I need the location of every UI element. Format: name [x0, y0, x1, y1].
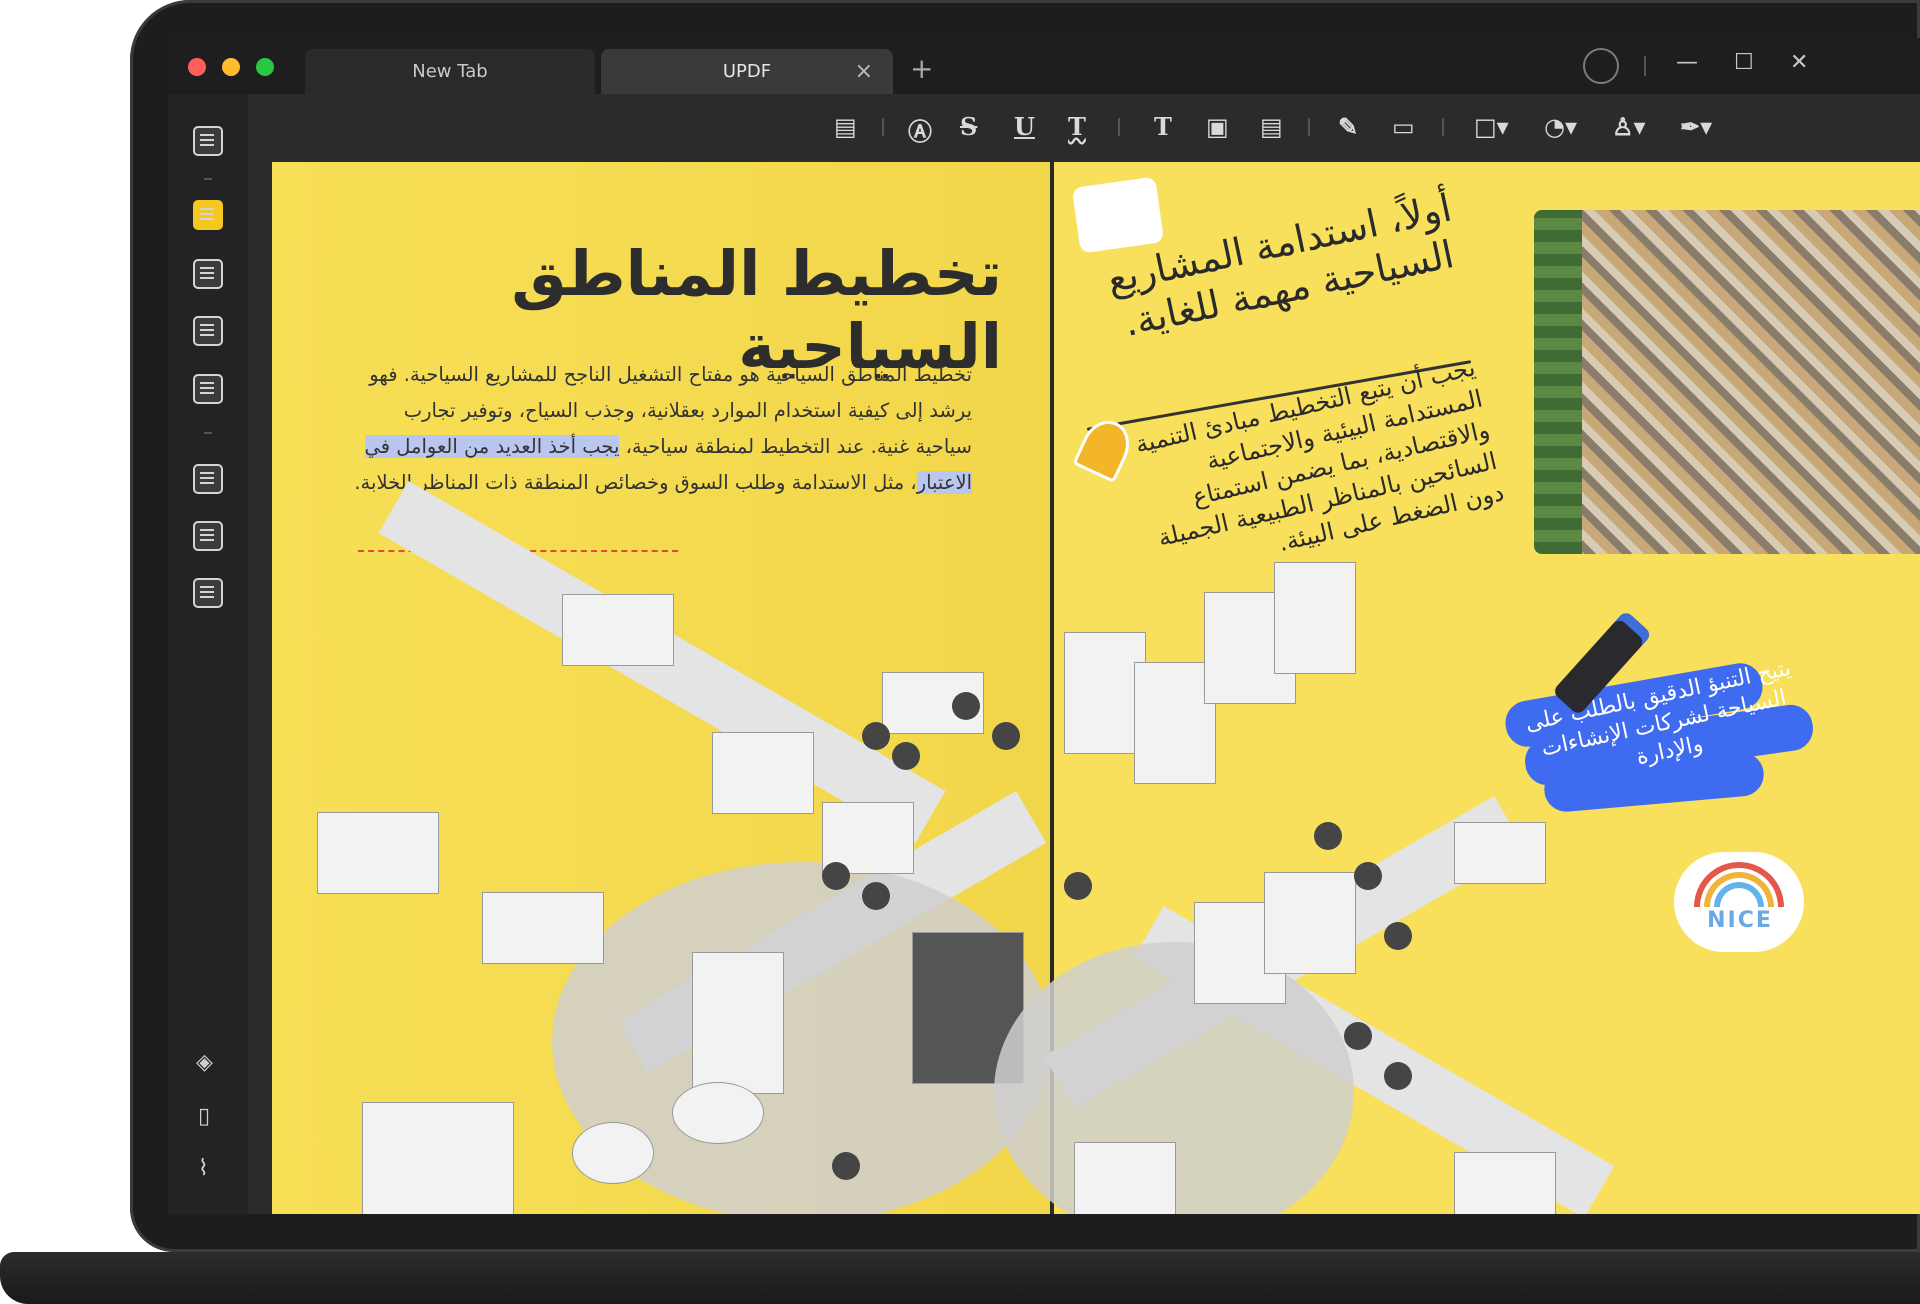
text-callout-icon[interactable]: ▤: [1260, 112, 1283, 141]
signature-icon[interactable]: ✒▾: [1680, 112, 1712, 141]
stamp-icon[interactable]: ♙▾: [1612, 112, 1646, 141]
illustration-tree: [832, 1152, 860, 1180]
divider: [1644, 56, 1646, 76]
underline-icon[interactable]: U: [1014, 112, 1035, 141]
tab-new-tab[interactable]: New Tab: [305, 49, 595, 94]
illustration-tree: [1344, 1022, 1372, 1050]
eraser-icon[interactable]: ▭: [1392, 112, 1415, 141]
illustration-tree: [822, 862, 850, 890]
illustration-building: [1274, 562, 1356, 674]
close-window-dot[interactable]: [188, 58, 206, 76]
sticker-icon[interactable]: ◔▾: [1544, 112, 1577, 141]
close-button[interactable]: ✕: [1790, 50, 1808, 75]
compress-icon[interactable]: [193, 578, 223, 608]
illustration-tank: [672, 1082, 764, 1144]
illustration-building: [1264, 872, 1356, 974]
annotation-toolbar: ▤ Ⓐ S U T T ▣ ▤ ✎ ▭ □▾ ◔▾ ♙▾ ✒▾: [248, 94, 1920, 160]
divider: [1308, 118, 1310, 136]
laptop-base: [0, 1252, 1920, 1304]
user-icon[interactable]: [1583, 48, 1619, 84]
divider: [882, 118, 884, 136]
edit-icon[interactable]: [193, 259, 223, 289]
zoom-window-dot[interactable]: [256, 58, 274, 76]
construction-photo: [1534, 210, 1920, 554]
pdf-page-right: أولاً، استدامة المشاريع السياحية مهمة لل…: [994, 162, 1920, 1214]
tab-updf[interactable]: UPDF ×: [601, 49, 893, 94]
organize-icon[interactable]: [193, 316, 223, 346]
divider: [1442, 118, 1444, 136]
highlighter-icon[interactable]: [193, 200, 223, 230]
divider: [1118, 118, 1120, 136]
body-text-part: ، مثل الاستدامة وطلب السوق وخصائص المنطق…: [354, 471, 917, 494]
illustration-tree: [892, 742, 920, 770]
nice-sticker[interactable]: NICE: [1674, 852, 1804, 952]
section-body: يجب أن يتبع التخطيط مبادئ التنمية المستد…: [1132, 353, 1507, 558]
strikethrough-icon[interactable]: S: [960, 112, 977, 141]
app-window: New Tab UPDF × + — ☐ ✕ ◈ ▯ ⌇ ▤ Ⓐ S U T T…: [168, 38, 1920, 1214]
illustration-tree: [1064, 872, 1092, 900]
highlight-tool-icon[interactable]: Ⓐ: [908, 112, 932, 147]
text-icon[interactable]: T: [1154, 112, 1172, 141]
illustration-tree: [862, 882, 890, 910]
textbox-icon[interactable]: ▣: [1206, 112, 1229, 141]
pen-icon[interactable]: ✎: [1338, 112, 1358, 141]
layers-icon[interactable]: ◈: [196, 1050, 213, 1075]
illustration-tree: [1384, 1062, 1412, 1090]
pages-icon[interactable]: [193, 464, 223, 494]
illustration-building: [692, 952, 784, 1094]
illustration-tank: [572, 1122, 654, 1184]
book-icon[interactable]: [193, 126, 223, 156]
maximize-button[interactable]: ☐: [1734, 50, 1754, 75]
bookmark-icon[interactable]: ▯: [198, 1104, 210, 1129]
illustration-building: [1454, 822, 1546, 884]
illustration-building: [362, 1102, 514, 1214]
paper-crane-sticker[interactable]: [1071, 176, 1165, 254]
illustration-tree: [1384, 922, 1412, 950]
illustration-building: [317, 812, 439, 894]
left-sidebar: ◈ ▯ ⌇: [168, 94, 248, 1214]
minimize-window-dot[interactable]: [222, 58, 240, 76]
comment-icon[interactable]: ▤: [834, 112, 857, 141]
illustration-building: [562, 594, 674, 666]
sticker-label: NICE: [1707, 908, 1773, 933]
illustration-building: [1074, 1142, 1176, 1214]
form-icon[interactable]: [193, 374, 223, 404]
title-bar: New Tab UPDF × + — ☐ ✕: [168, 38, 1920, 94]
illustration-building: [1454, 1152, 1556, 1214]
body-paragraph[interactable]: تخطيط المناطق السياحية هو مفتاح التشغيل …: [342, 357, 972, 501]
illustration-tree: [862, 722, 890, 750]
document-view[interactable]: تخطيط المناطق السياحية تخطيط المناطق الس…: [272, 162, 1920, 1214]
new-tab-button[interactable]: +: [910, 52, 933, 85]
tab-label: New Tab: [412, 61, 488, 82]
illustration-tree: [1354, 862, 1382, 890]
pdf-page-left: تخطيط المناطق السياحية تخطيط المناطق الس…: [272, 162, 1052, 1214]
illustration-tree: [992, 722, 1020, 750]
attachment-icon[interactable]: ⌇: [198, 1156, 209, 1181]
squiggly-icon[interactable]: T: [1068, 112, 1086, 141]
illustration-tree: [952, 692, 980, 720]
close-tab-icon[interactable]: ×: [855, 59, 873, 84]
minimize-button[interactable]: —: [1676, 50, 1698, 75]
crop-icon[interactable]: [193, 521, 223, 551]
illustration-tree: [1314, 822, 1342, 850]
illustration-building: [712, 732, 814, 814]
illustration-building: [482, 892, 604, 964]
shape-icon[interactable]: □▾: [1474, 112, 1509, 141]
divider: [204, 178, 212, 180]
tab-label: UPDF: [722, 61, 772, 82]
divider: [204, 432, 212, 434]
